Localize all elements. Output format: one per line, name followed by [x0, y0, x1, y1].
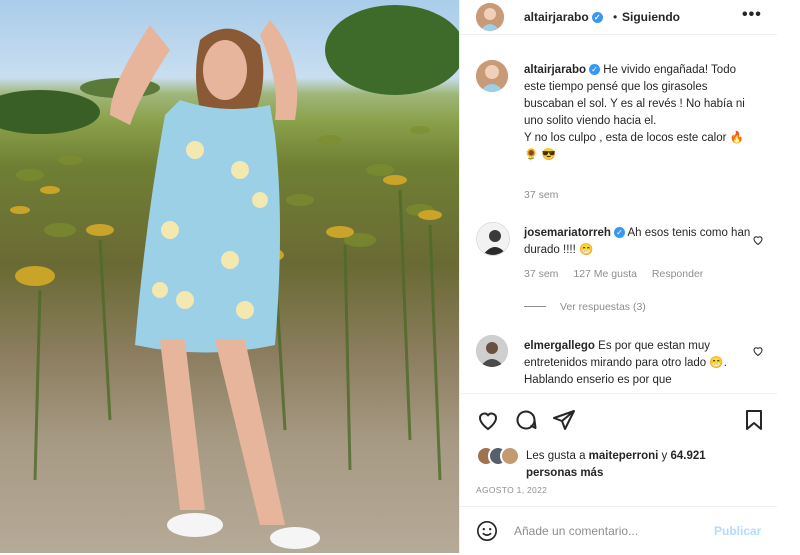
header-separator: •	[613, 10, 618, 24]
emoji-icon[interactable]	[476, 520, 498, 542]
author-username[interactable]: altairjarabo ✓	[524, 10, 603, 24]
replies-divider	[524, 306, 546, 307]
comment-username[interactable]: josemariatorreh	[524, 227, 611, 239]
view-replies-button[interactable]: Ver respuestas (3)	[524, 301, 646, 313]
share-icon[interactable]	[552, 408, 576, 432]
caption-body-2: Y no los culpo , esta de locos este calo…	[524, 132, 744, 161]
sunflower-field-image	[0, 5, 459, 549]
bookmark-icon[interactable]	[742, 408, 766, 432]
heart-icon[interactable]	[752, 234, 764, 246]
comment-meta: 37 sem 127 Me gusta Responder	[524, 268, 715, 280]
follow-status-button[interactable]: Siguiendo	[622, 10, 680, 24]
reply-button[interactable]: Responder	[652, 268, 703, 280]
comment-text: elmergallego Es por que estan muy entret…	[524, 338, 752, 389]
comments-section: altairjarabo ✓ He vivido engañada! Todo e…	[460, 35, 778, 393]
verified-icon: ✓	[591, 12, 603, 23]
add-comment-row: Añade un comentario... Publicar	[460, 506, 778, 555]
comment-time: 37 sem	[524, 268, 559, 280]
post-header: altairjarabo ✓ • Siguiendo •••	[460, 0, 778, 35]
caption-username[interactable]: altairjarabo	[524, 64, 586, 76]
verified-icon: ✓	[613, 227, 625, 238]
likes-summary[interactable]: Les gusta a maiteperroni y 64.921 person…	[526, 448, 756, 482]
verified-icon: ✓	[589, 64, 600, 75]
page-margin	[777, 0, 800, 553]
comment-avatar[interactable]	[476, 335, 508, 367]
comment-avatar[interactable]	[476, 222, 510, 256]
caption-time: 37 sem	[524, 189, 559, 201]
comment-likes[interactable]: 127 Me gusta	[573, 268, 637, 280]
author-avatar[interactable]	[476, 3, 504, 31]
post-photo[interactable]	[0, 0, 459, 553]
comment-input[interactable]: Añade un comentario...	[514, 524, 638, 538]
more-icon[interactable]: •••	[742, 6, 762, 24]
liker-username[interactable]: maiteperroni	[589, 450, 659, 462]
instagram-post: altairjarabo ✓ • Siguiendo ••• altairjara…	[0, 0, 800, 553]
comment-text: josemariatorreh ✓ Ah esos tenis como han …	[524, 225, 752, 259]
comment-username[interactable]: elmergallego	[524, 340, 595, 352]
heart-icon[interactable]	[476, 408, 500, 432]
comment-icon[interactable]	[514, 408, 538, 432]
caption-avatar[interactable]	[476, 60, 508, 92]
post-side-panel: altairjarabo ✓ • Siguiendo ••• altairjara…	[459, 0, 778, 553]
post-date: AGOSTO 1, 2022	[476, 485, 548, 495]
publish-button[interactable]: Publicar	[714, 524, 761, 538]
likes-count[interactable]: 64.921	[671, 450, 706, 462]
caption-text: altairjarabo ✓ He vivido engañada! Todo e…	[524, 62, 752, 164]
heart-icon[interactable]	[752, 345, 764, 357]
post-actions: Les gusta a maiteperroni y 64.921 person…	[460, 393, 778, 554]
caption-meta: 37 sem	[524, 189, 570, 201]
likers-avatars[interactable]	[476, 446, 522, 471]
